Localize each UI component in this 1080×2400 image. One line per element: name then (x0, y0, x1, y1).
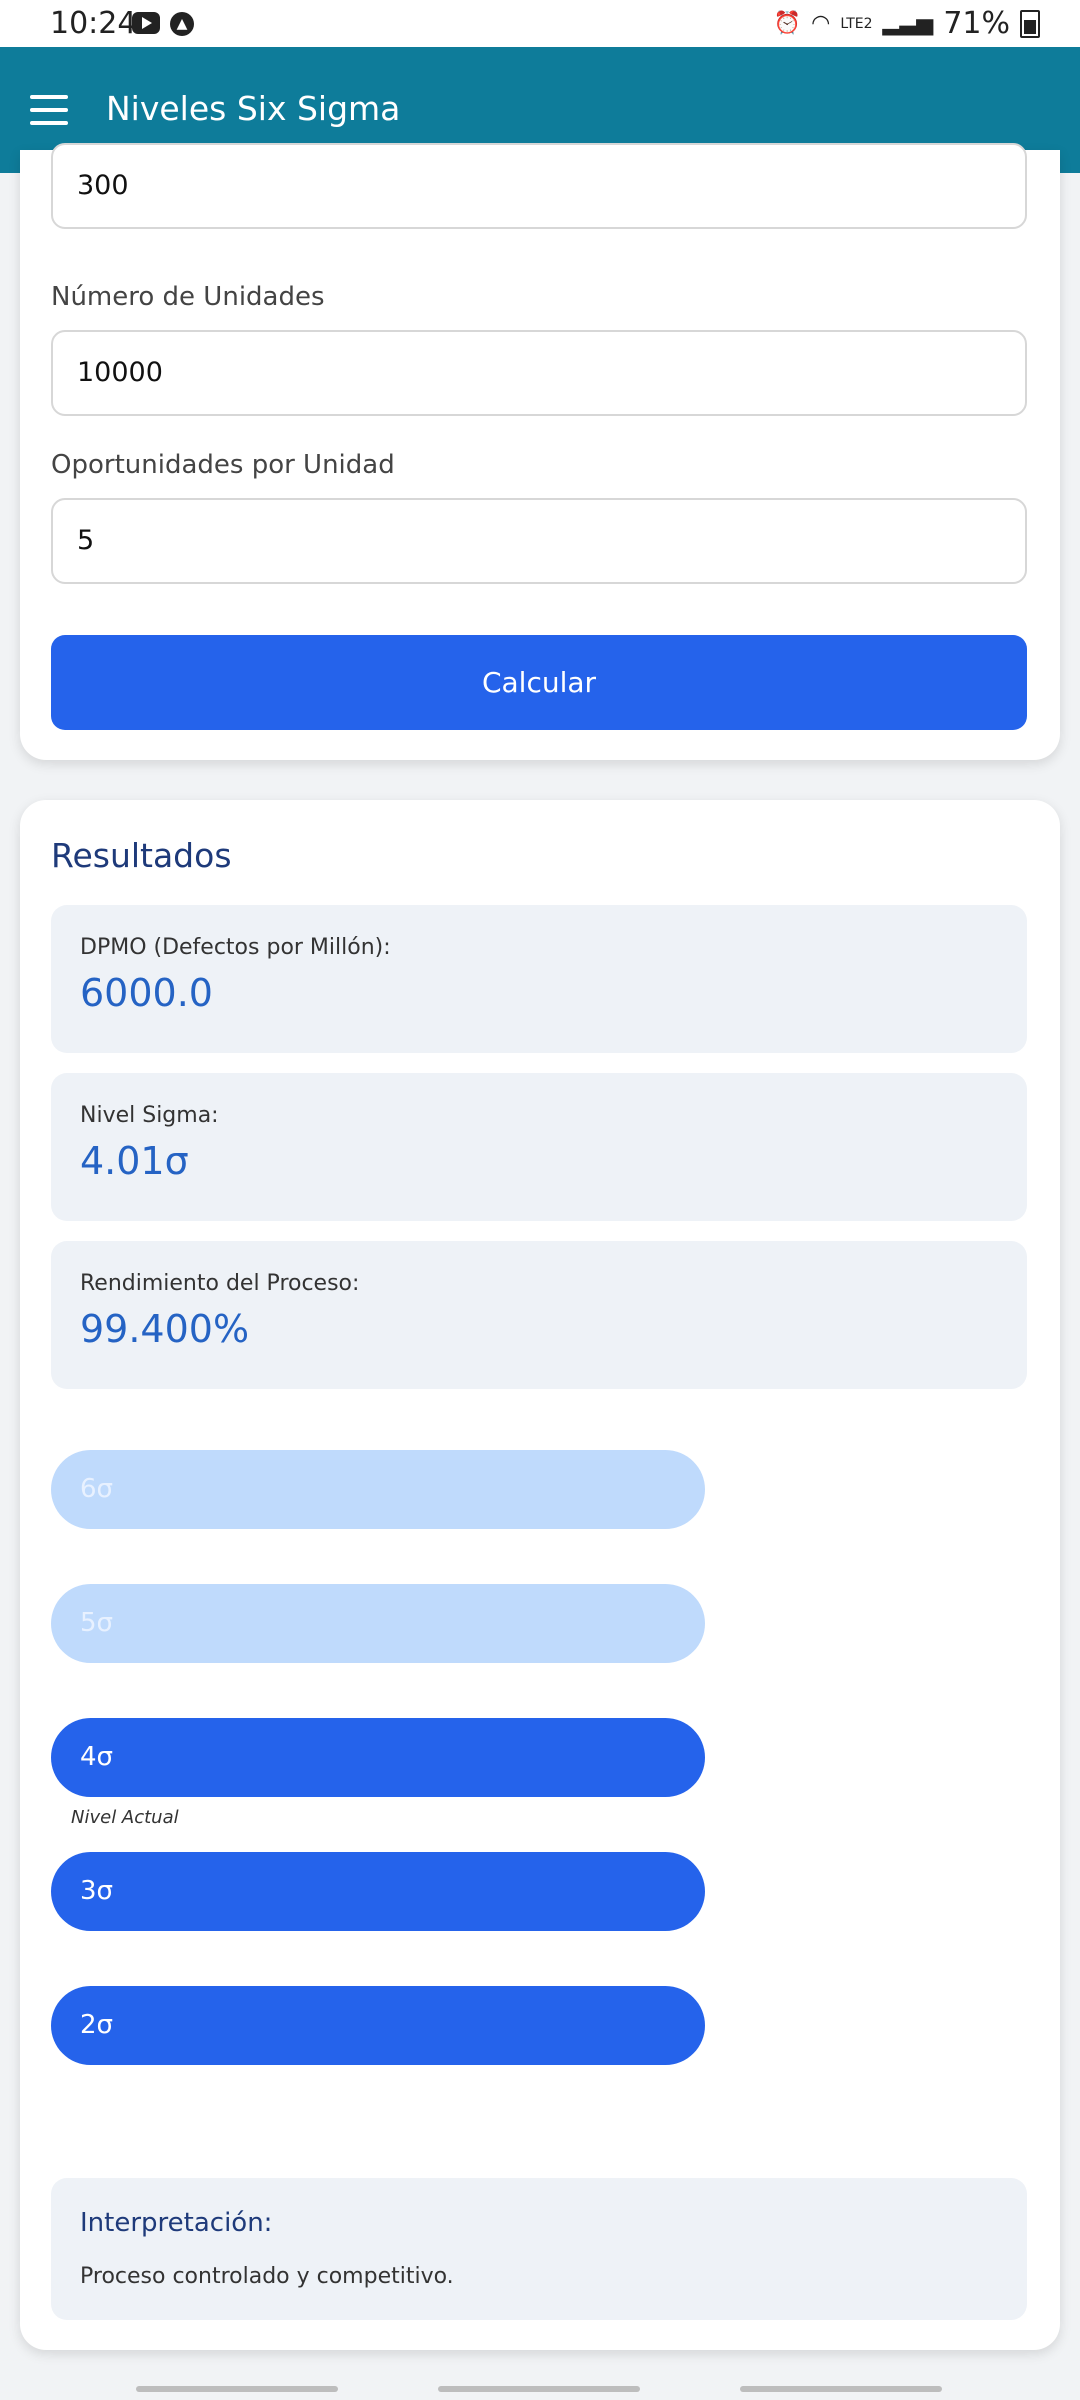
units-input[interactable]: 10000 (51, 330, 1027, 416)
status-system-icons: ⏰ ◠ LTE2 ▂▃▅ 71% (774, 6, 1040, 41)
youtube-icon (132, 12, 160, 34)
wifi-icon: ◠ (811, 11, 831, 36)
results-card: Resultados DPMO (Defectos por Millón): 6… (20, 800, 1060, 2350)
page-title: Niveles Six Sigma (106, 89, 401, 128)
interpretation-title: Interpretación: (80, 2208, 273, 2238)
lte-icon: LTE2 (840, 15, 873, 32)
sigma-level-bar: 2σ (51, 1986, 705, 2065)
dpmo-value: 6000.0 (80, 971, 213, 1015)
yield-box: Rendimiento del Proceso: 99.400% (51, 1241, 1027, 1389)
results-title: Resultados (51, 836, 232, 875)
app-icon: ▲ (170, 12, 194, 36)
hamburger-menu-icon[interactable] (30, 95, 68, 125)
sigma-value: 4.01σ (80, 1139, 189, 1183)
battery-icon (1020, 9, 1040, 38)
dpmo-label: DPMO (Defectos por Millón): (80, 935, 391, 960)
interpretation-box: Interpretación: Proceso controlado y com… (51, 2178, 1027, 2320)
status-notification-icons: ▲ (132, 12, 194, 36)
alarm-icon: ⏰ (773, 11, 802, 36)
sigma-box: Nivel Sigma: 4.01σ (51, 1073, 1027, 1221)
signal-icon: ▂▃▅ (882, 11, 934, 36)
sigma-level-bar: 4σ (51, 1718, 705, 1797)
nav-home[interactable] (438, 2386, 640, 2392)
sigma-level-bar: 6σ (51, 1450, 705, 1529)
sigma-level-bar: 3σ (51, 1852, 705, 1931)
defects-input[interactable]: 300 (51, 143, 1027, 229)
current-level-label: Nivel Actual (71, 1807, 179, 1828)
yield-value: 99.400% (80, 1307, 250, 1351)
opportunities-input[interactable]: 5 (51, 498, 1027, 584)
navigation-bar (0, 2370, 1080, 2400)
nav-recents[interactable] (136, 2386, 338, 2392)
yield-label: Rendimiento del Proceso: (80, 1271, 360, 1296)
status-bar: 10:24 ▲ ⏰ ◠ LTE2 ▂▃▅ 71% (0, 0, 1080, 47)
dpmo-box: DPMO (Defectos por Millón): 6000.0 (51, 905, 1027, 1053)
sigma-label: Nivel Sigma: (80, 1103, 219, 1128)
status-time: 10:24 (50, 6, 137, 41)
opportunities-label: Oportunidades por Unidad (51, 450, 395, 480)
interpretation-text: Proceso controlado y competitivo. (80, 2264, 454, 2289)
nav-back[interactable] (740, 2386, 942, 2392)
battery-percent: 71% (943, 6, 1010, 41)
units-label: Número de Unidades (51, 282, 325, 312)
calculate-button[interactable]: Calcular (51, 635, 1027, 730)
input-card: 300 Número de Unidades 10000 Oportunidad… (20, 143, 1060, 760)
sigma-level-bar: 5σ (51, 1584, 705, 1663)
